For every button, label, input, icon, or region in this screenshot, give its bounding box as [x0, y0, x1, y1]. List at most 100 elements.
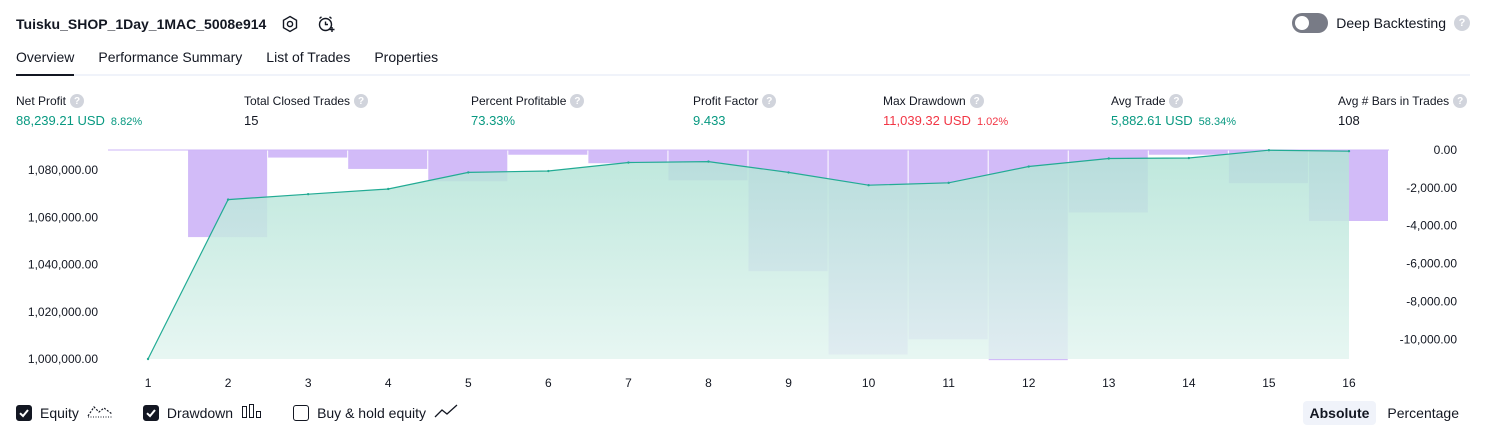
equity-point: [226, 198, 230, 201]
metric-label: Total Closed Trades: [244, 94, 351, 108]
right-axis-tick-label: -6,000.00: [1406, 257, 1457, 271]
tab-overview[interactable]: Overview: [16, 46, 75, 76]
metric-value: 5,882.61 USD: [1111, 113, 1193, 128]
help-icon[interactable]: ?: [70, 94, 85, 108]
equity-point: [306, 192, 310, 196]
right-axis-tick-label: -8,000.00: [1406, 294, 1457, 308]
x-axis-tick-label: 4: [385, 376, 392, 390]
x-axis-tick-label: 15: [1262, 376, 1276, 390]
metric-label: Avg Trade: [1111, 94, 1166, 108]
absolute-button[interactable]: Absolute: [1302, 401, 1377, 425]
metric-value: 88,239.21 USD: [16, 113, 105, 128]
legend-label: Drawdown: [166, 404, 234, 421]
metrics-row: Net Profit? 88,239.21 USD 8.82% Total Clo…: [16, 93, 1470, 133]
equity-area: [148, 150, 1349, 359]
tab-properties[interactable]: Properties: [374, 46, 438, 74]
x-axis-tick-label: 12: [1022, 376, 1036, 390]
metric-avg-trade: Avg Trade? 5,882.61 USD 58.34%: [1111, 93, 1236, 129]
x-axis-tick-label: 11: [942, 376, 955, 390]
metric-value: 73.33%: [471, 113, 516, 128]
equity-checkbox[interactable]: [16, 404, 32, 421]
equity-drawdown-chart[interactable]: 1,000,000.00 1,020,000.00 1,040,000.00 1,06…: [0, 140, 1486, 396]
help-icon[interactable]: ?: [1454, 15, 1470, 31]
equity-point: [1347, 149, 1351, 153]
drawdown-checkbox[interactable]: [142, 404, 159, 421]
toggle-knob: [1295, 16, 1310, 30]
drawdown-bars-icon: [241, 403, 263, 422]
left-axis-tick-label: 1,080,000.00: [28, 163, 98, 177]
x-axis-tick-label: 6: [545, 376, 552, 390]
x-axis-tick-label: 13: [1102, 376, 1116, 390]
settings-icon[interactable]: [278, 12, 302, 36]
left-axis-tick-label: 1,000,000.00: [28, 352, 98, 366]
metric-total-closed-trades: Total Closed Trades? 15: [244, 93, 369, 129]
equity-point: [1107, 157, 1110, 160]
x-axis: 1 2 3 4 5 6 7 8 9 10 11 12 13 14 15 16: [145, 376, 1356, 390]
legend-item-equity[interactable]: Equity: [16, 403, 113, 422]
x-axis-tick-label: 9: [785, 376, 792, 390]
metric-value: 11,039.32 USD: [883, 113, 971, 128]
equity-point: [1027, 165, 1030, 168]
help-icon[interactable]: ?: [1453, 94, 1468, 108]
strategy-title: Tuisku_SHOP_1Day_1MAC_5008e914: [16, 16, 267, 32]
help-icon[interactable]: ?: [762, 94, 777, 108]
chart-legend: Equity Drawdown Buy & hold equity: [16, 403, 488, 422]
right-axis-tick-label: -2,000.00: [1406, 181, 1457, 195]
help-icon[interactable]: ?: [969, 94, 984, 108]
x-axis-tick-label: 10: [862, 376, 876, 390]
tab-list-of-trades[interactable]: List of Trades: [266, 46, 350, 74]
deep-backtesting-toggle[interactable]: [1292, 13, 1329, 33]
metric-percent: 8.82%: [110, 116, 143, 128]
equity-series: [146, 149, 1351, 361]
equity-point: [1187, 156, 1191, 160]
x-axis-tick-label: 5: [465, 376, 472, 390]
deep-backtesting-label: Deep Backtesting: [1336, 15, 1446, 31]
left-axis: 1,000,000.00 1,020,000.00 1,040,000.00 1,06…: [28, 163, 98, 366]
percentage-button[interactable]: Percentage: [1380, 401, 1466, 425]
drawdown-bar: [268, 150, 348, 158]
help-icon[interactable]: ?: [570, 94, 585, 108]
buy-hold-checkbox[interactable]: [293, 404, 310, 421]
tab-performance-summary[interactable]: Performance Summary: [98, 46, 242, 74]
metric-label: Percent Profitable: [471, 94, 567, 108]
x-axis-tick-label: 7: [625, 376, 632, 390]
equity-point: [146, 357, 150, 361]
right-axis: 0.00 -2,000.00 -4,000.00 -6,000.00 -8,000.00…: [1400, 143, 1458, 346]
x-axis-tick-label: 1: [145, 376, 152, 390]
scale-mode-switch: Absolute Percentage: [1302, 401, 1467, 425]
left-axis-tick-label: 1,060,000.00: [28, 210, 98, 224]
legend-item-buy-hold[interactable]: Buy & hold equity: [293, 403, 458, 422]
x-axis-tick-label: 14: [1182, 376, 1196, 390]
tab-bar: Overview Performance Summary List of Tra…: [16, 46, 1470, 76]
equity-point: [707, 160, 710, 163]
x-axis-tick-label: 8: [705, 376, 712, 390]
drawdown-bar: [588, 150, 668, 164]
metric-value: 9.433: [693, 113, 726, 128]
x-axis-tick-label: 16: [1342, 376, 1356, 390]
add-alert-icon[interactable]: [314, 12, 338, 36]
equity-point: [947, 181, 950, 185]
equity-point: [867, 183, 870, 187]
help-icon[interactable]: ?: [354, 94, 369, 108]
help-icon[interactable]: ?: [1169, 94, 1184, 108]
x-axis-tick-label: 2: [225, 376, 232, 390]
metric-value: 15: [244, 113, 259, 128]
metric-max-drawdown: Max Drawdown? 11,039.32 USD 1.02%: [883, 93, 1008, 129]
metric-value: 108: [1338, 113, 1360, 128]
legend-label: Buy & hold equity: [317, 404, 427, 421]
left-axis-tick-label: 1,040,000.00: [28, 258, 98, 272]
metric-profit-factor: Profit Factor? 9.433: [693, 93, 777, 129]
legend-item-drawdown[interactable]: Drawdown: [142, 403, 263, 422]
equity-point: [1267, 149, 1271, 152]
metric-label: Avg # Bars in Trades: [1338, 94, 1450, 108]
drawdown-bar: [508, 150, 588, 155]
metric-percent: 1.02%: [976, 116, 1009, 128]
equity-point: [387, 187, 390, 191]
right-axis-tick-label: 0.00: [1434, 143, 1458, 157]
drawdown-bar: [1148, 150, 1228, 155]
equity-point: [787, 171, 790, 174]
equity-line-icon: [87, 403, 113, 422]
drawdown-bar: [348, 150, 428, 169]
metric-label: Profit Factor: [693, 94, 759, 108]
metric-label: Net Profit: [16, 94, 67, 108]
